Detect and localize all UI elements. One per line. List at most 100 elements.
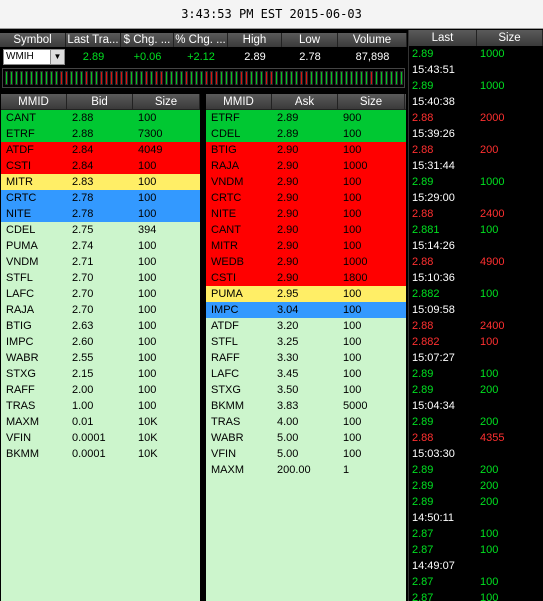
bid-row[interactable]: BKMM 0.0001 10K bbox=[1, 446, 200, 462]
tape-trade-row: 2.87 100 bbox=[409, 542, 543, 558]
ask-row[interactable]: BTIG 2.90 100 bbox=[206, 142, 406, 158]
ask-row[interactable]: CANT 2.90 100 bbox=[206, 222, 406, 238]
ask-row[interactable]: MITR 2.90 100 bbox=[206, 238, 406, 254]
ask-mmid: MAXM bbox=[211, 464, 244, 476]
col-header-last-trade[interactable]: Last Tra... bbox=[66, 33, 121, 47]
ask-size: 900 bbox=[343, 112, 362, 124]
bid-row[interactable]: STXG 2.15 100 bbox=[1, 366, 200, 382]
bid-row[interactable]: MAXM 0.01 10K bbox=[1, 414, 200, 430]
ask-col-ask[interactable]: Ask bbox=[272, 94, 338, 109]
tape-trade-row: 2.881 100 bbox=[409, 222, 543, 238]
bid-col-bid[interactable]: Bid bbox=[67, 94, 133, 109]
ask-row[interactable]: IMPC 3.04 100 bbox=[206, 302, 406, 318]
bid-price: 2.75 bbox=[72, 224, 94, 236]
ask-row[interactable]: VFIN 5.00 100 bbox=[206, 446, 406, 462]
tape-col-last[interactable]: Last bbox=[409, 30, 477, 46]
tape-price: 2.88 bbox=[412, 208, 434, 220]
bid-row[interactable]: RAFF 2.00 100 bbox=[1, 382, 200, 398]
ask-col-size[interactable]: Size bbox=[338, 94, 405, 109]
col-header-symbol[interactable]: Symbol bbox=[0, 33, 66, 47]
bid-price: 2.88 bbox=[72, 128, 94, 140]
tape-price: 2.89 bbox=[412, 496, 434, 508]
bid-row[interactable]: CDEL 2.75 394 bbox=[1, 222, 200, 238]
ask-row[interactable]: CDEL 2.89 100 bbox=[206, 126, 406, 142]
ask-size: 5000 bbox=[343, 400, 368, 412]
ask-size: 100 bbox=[343, 368, 362, 380]
ask-row[interactable]: VNDM 2.90 100 bbox=[206, 174, 406, 190]
ask-row[interactable]: WEDB 2.90 1000 bbox=[206, 254, 406, 270]
ask-row[interactable]: LAFC 3.45 100 bbox=[206, 366, 406, 382]
time-and-sales: Last Size 2.89 1000 15:43:51 2.89 1000 15:40:… bbox=[408, 30, 543, 601]
ask-price: 3.83 bbox=[277, 400, 299, 412]
bid-mmid: LAFC bbox=[6, 288, 35, 300]
bid-row[interactable]: STFL 2.70 100 bbox=[1, 270, 200, 286]
col-header-high[interactable]: High bbox=[228, 33, 282, 47]
bid-price: 0.0001 bbox=[72, 448, 106, 460]
tape-price: 2.89 bbox=[412, 416, 434, 428]
bid-price: 2.78 bbox=[72, 192, 94, 204]
ask-size: 100 bbox=[343, 432, 362, 444]
ask-header-row: MMID Ask Size bbox=[206, 94, 406, 110]
tick-mark bbox=[285, 71, 288, 85]
bid-price: 2.63 bbox=[72, 320, 94, 332]
chevron-down-icon[interactable]: ▼ bbox=[50, 50, 64, 64]
ask-row[interactable]: PUMA 2.95 100 bbox=[206, 286, 406, 302]
ask-row[interactable]: CSTI 2.90 1800 bbox=[206, 270, 406, 286]
pct-change-value: +2.12 bbox=[187, 51, 215, 63]
tape-price: 2.89 bbox=[412, 176, 434, 188]
bid-size: 100 bbox=[138, 112, 157, 124]
bid-row[interactable]: ATDF 2.84 4049 bbox=[1, 142, 200, 158]
bid-col-size[interactable]: Size bbox=[133, 94, 200, 109]
ask-row[interactable]: MAXM 200.00 1 bbox=[206, 462, 406, 478]
bid-row[interactable]: CRTC 2.78 100 bbox=[1, 190, 200, 206]
ask-row[interactable]: TRAS 4.00 100 bbox=[206, 414, 406, 430]
bid-row[interactable]: LAFC 2.70 100 bbox=[1, 286, 200, 302]
col-header-dollar-change[interactable]: $ Chg. ... bbox=[121, 33, 174, 47]
col-header-pct-change[interactable]: % Chg. ... bbox=[174, 33, 228, 47]
ask-col-mmid[interactable]: MMID bbox=[206, 94, 272, 109]
tape-timestamp: 15:43:51 bbox=[412, 64, 455, 76]
bid-row[interactable]: MITR 2.83 100 bbox=[1, 174, 200, 190]
bid-mmid: PUMA bbox=[6, 240, 38, 252]
bid-row[interactable]: PUMA 2.74 100 bbox=[1, 238, 200, 254]
ask-row[interactable]: CRTC 2.90 100 bbox=[206, 190, 406, 206]
ask-row[interactable]: RAFF 3.30 100 bbox=[206, 350, 406, 366]
ask-row[interactable]: ETRF 2.89 900 bbox=[206, 110, 406, 126]
bid-mmid: CSTI bbox=[6, 160, 32, 172]
ask-row[interactable]: STFL 3.25 100 bbox=[206, 334, 406, 350]
bid-row[interactable]: ETRF 2.88 7300 bbox=[1, 126, 200, 142]
ask-row[interactable]: WABR 5.00 100 bbox=[206, 430, 406, 446]
bid-row[interactable]: VNDM 2.71 100 bbox=[1, 254, 200, 270]
col-header-volume[interactable]: Volume bbox=[338, 33, 407, 47]
bid-row[interactable]: BTIG 2.63 100 bbox=[1, 318, 200, 334]
ask-mmid: WEDB bbox=[211, 256, 244, 268]
ask-price: 2.90 bbox=[277, 144, 299, 156]
tape-size: 2400 bbox=[480, 208, 505, 220]
ask-row[interactable]: ATDF 3.20 100 bbox=[206, 318, 406, 334]
bid-price: 2.74 bbox=[72, 240, 94, 252]
ask-price: 3.25 bbox=[277, 336, 299, 348]
bid-row[interactable]: CANT 2.88 100 bbox=[1, 110, 200, 126]
ask-row[interactable]: STXG 3.50 100 bbox=[206, 382, 406, 398]
tape-col-size[interactable]: Size bbox=[477, 30, 543, 46]
ask-row[interactable]: BKMM 3.83 5000 bbox=[206, 398, 406, 414]
bid-row[interactable]: WABR 2.55 100 bbox=[1, 350, 200, 366]
bid-row[interactable]: NITE 2.78 100 bbox=[1, 206, 200, 222]
bid-row[interactable]: TRAS 1.00 100 bbox=[1, 398, 200, 414]
bid-row[interactable]: RAJA 2.70 100 bbox=[1, 302, 200, 318]
bid-row[interactable]: IMPC 2.60 100 bbox=[1, 334, 200, 350]
tape-price: 2.88 bbox=[412, 144, 434, 156]
symbol-dropdown[interactable]: WMIH ▼ bbox=[3, 49, 65, 65]
bid-mmid: STXG bbox=[6, 368, 36, 380]
tick-mark bbox=[80, 71, 83, 85]
bid-row[interactable]: CSTI 2.84 100 bbox=[1, 158, 200, 174]
bid-row[interactable]: VFIN 0.0001 10K bbox=[1, 430, 200, 446]
col-header-low[interactable]: Low bbox=[282, 33, 338, 47]
ask-row[interactable]: RAJA 2.90 1000 bbox=[206, 158, 406, 174]
tick-mark bbox=[190, 71, 193, 85]
ask-size: 100 bbox=[343, 240, 362, 252]
tape-timestamp: 15:03:30 bbox=[412, 448, 455, 460]
ask-row[interactable]: NITE 2.90 100 bbox=[206, 206, 406, 222]
tape-timestamp: 15:29:00 bbox=[412, 192, 455, 204]
bid-col-mmid[interactable]: MMID bbox=[1, 94, 67, 109]
